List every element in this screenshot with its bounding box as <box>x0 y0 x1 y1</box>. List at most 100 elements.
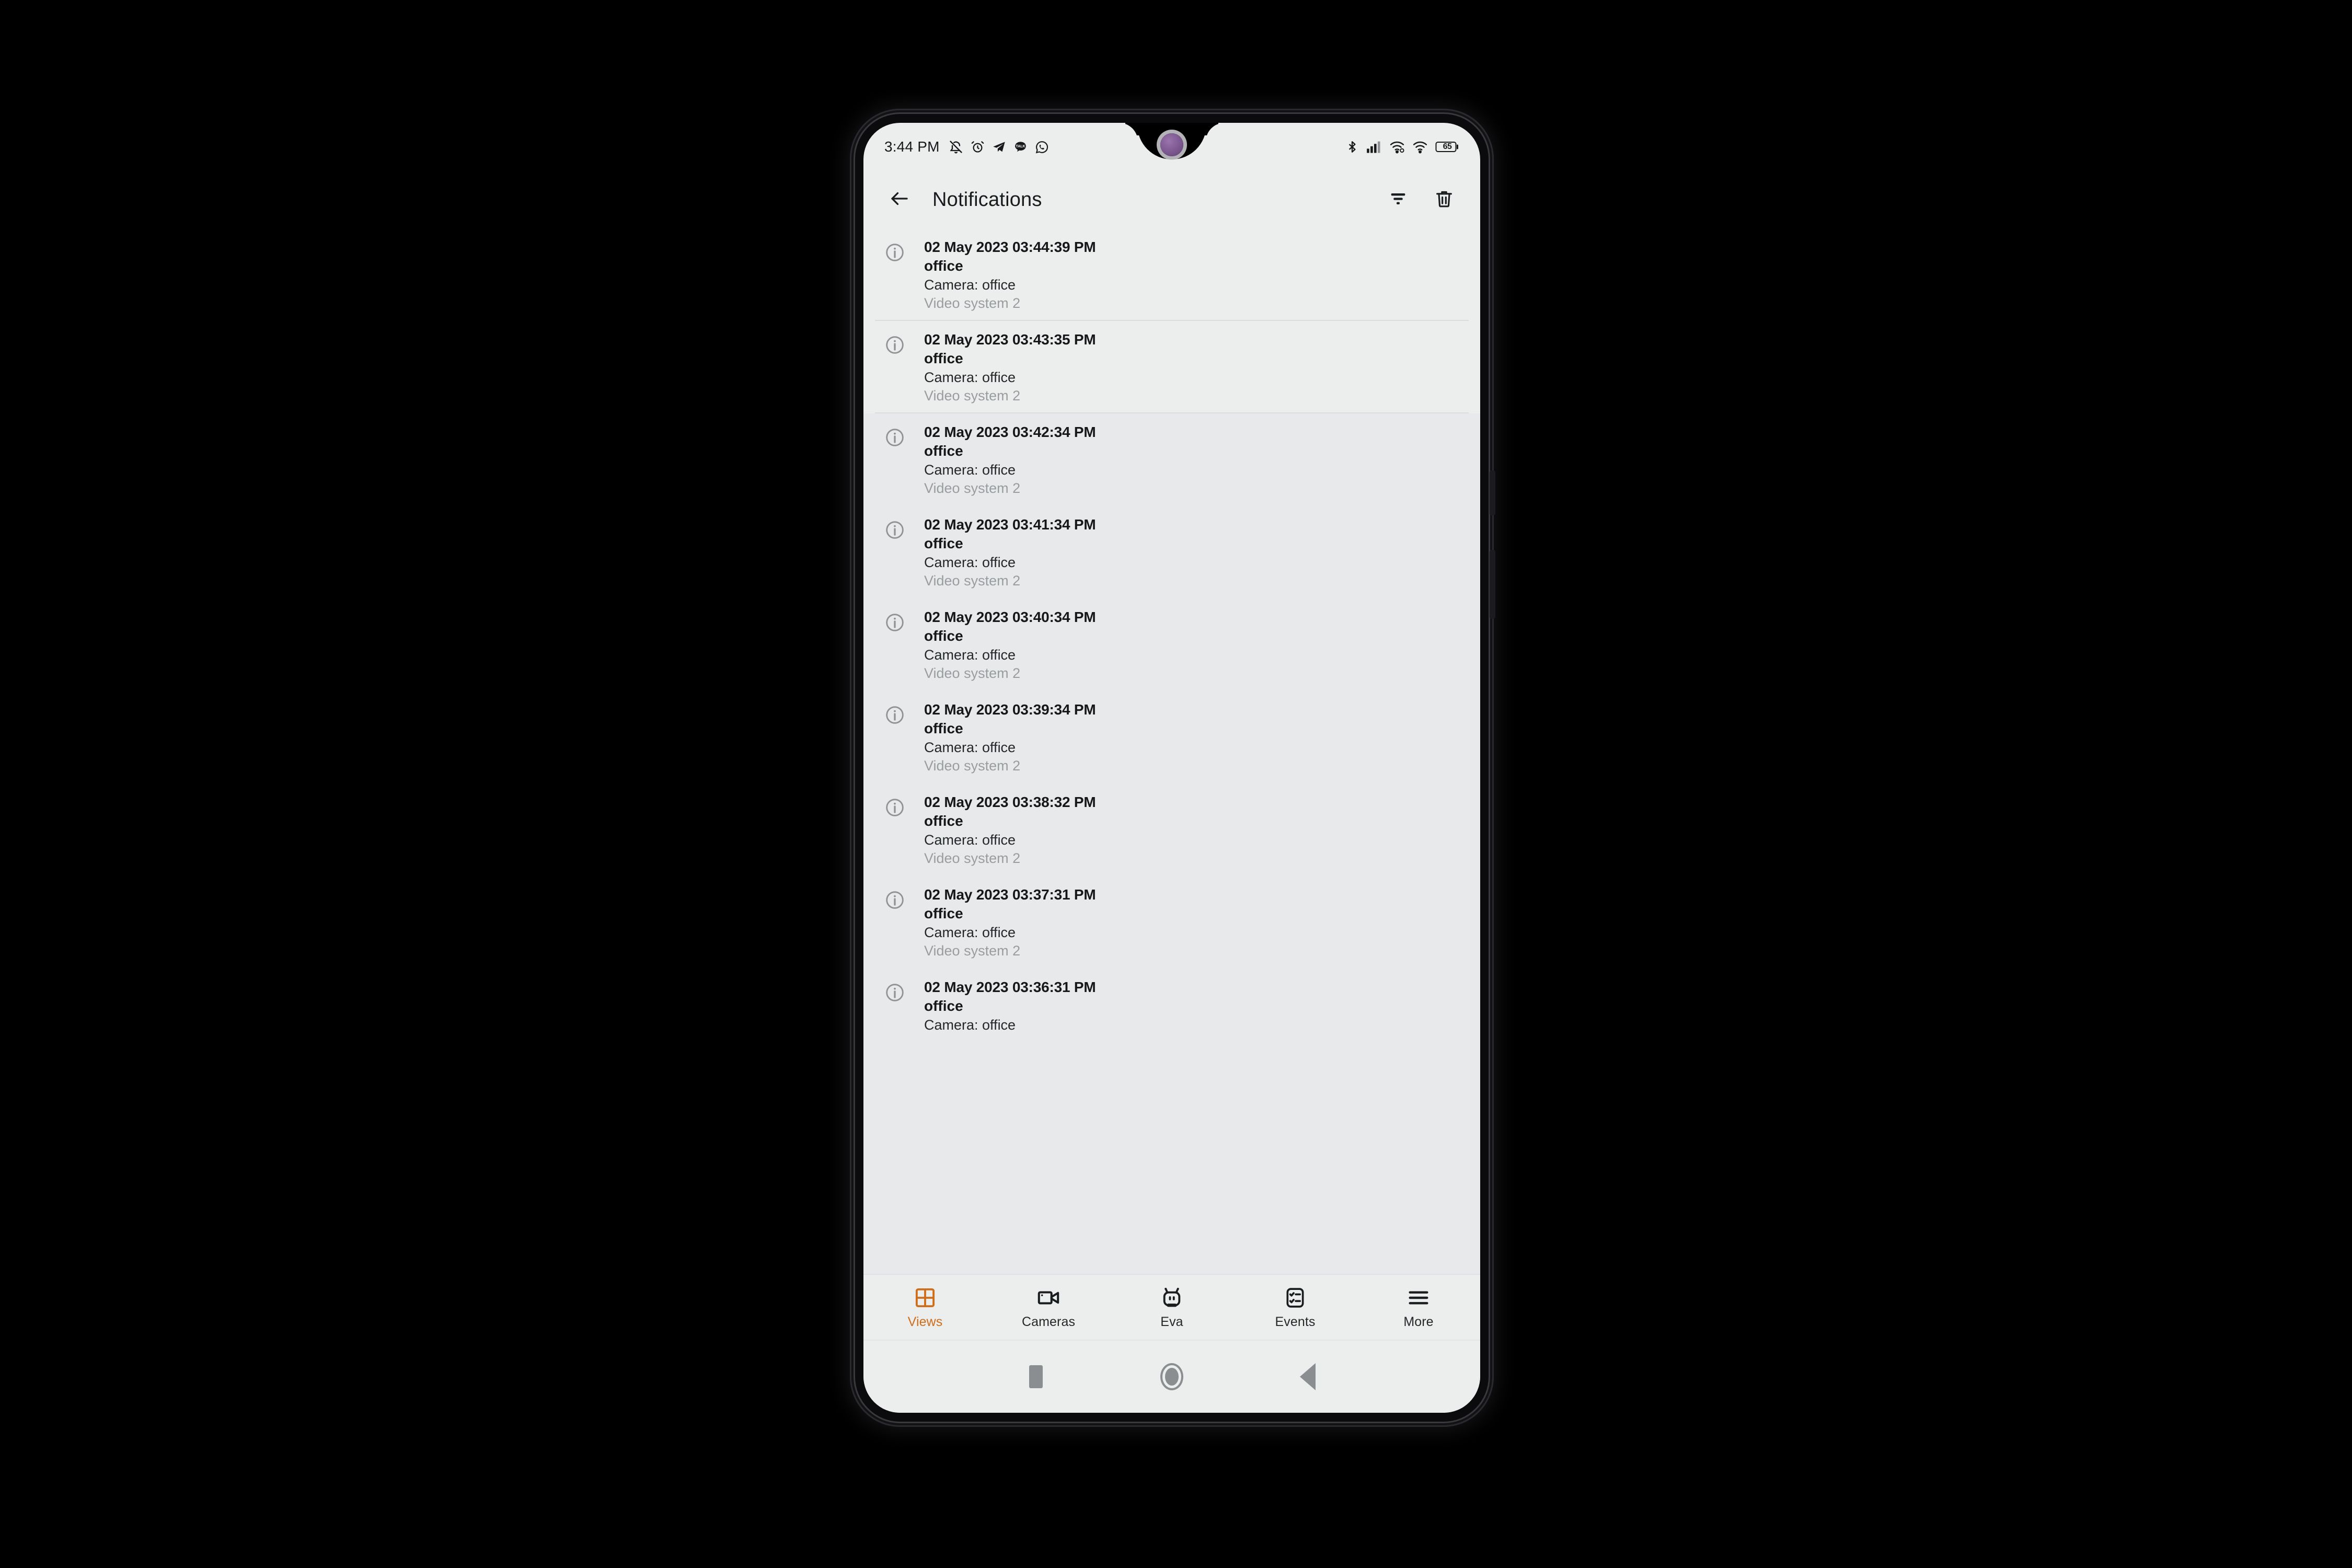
alarm-icon <box>971 140 985 154</box>
notification-body: 02 May 2023 03:42:34 PM office Camera: off… <box>917 423 1459 498</box>
volume-button[interactable] <box>1490 470 1495 515</box>
nav-item-more[interactable]: More <box>1357 1285 1480 1330</box>
notification-system: Video system 2 <box>924 942 1021 959</box>
power-button[interactable] <box>1490 550 1495 619</box>
status-bar-right: 65 <box>1345 135 1459 158</box>
cellular-signal-icon <box>1366 140 1382 154</box>
notification-timestamp: 02 May 2023 03:40:34 PM <box>924 608 1096 625</box>
status-clock: 3:44 PM <box>884 139 940 155</box>
notification-system: Video system 2 <box>924 757 1021 774</box>
kakaotalk-icon: TALK <box>1013 140 1028 154</box>
wifi-icon <box>1389 140 1405 154</box>
nav-label: Events <box>1275 1314 1316 1329</box>
notification-body: 02 May 2023 03:41:34 PM office Camera: off… <box>917 515 1459 590</box>
notification-item[interactable]: 02 May 2023 03:40:34 PM office Camera: off… <box>863 598 1480 691</box>
circle-home-icon <box>1160 1363 1183 1390</box>
delete-all-button[interactable] <box>1428 183 1460 216</box>
info-icon <box>884 608 917 683</box>
app-bar-actions <box>1382 183 1460 216</box>
notification-timestamp: 02 May 2023 03:36:31 PM <box>924 978 1096 995</box>
recents-button[interactable] <box>1015 1356 1057 1398</box>
robot-icon <box>1160 1285 1183 1310</box>
wifi-icon <box>1412 140 1428 154</box>
notification-camera: Camera: office <box>924 1017 1016 1033</box>
notification-title: office <box>924 628 963 644</box>
nav-label: Views <box>907 1314 943 1329</box>
info-icon <box>884 515 917 590</box>
notification-item[interactable]: 02 May 2023 03:44:39 PM office Camera: off… <box>863 228 1480 321</box>
notification-item[interactable]: 02 May 2023 03:38:32 PM office Camera: off… <box>863 783 1480 876</box>
grid-icon <box>914 1285 937 1310</box>
notification-title: office <box>924 998 963 1014</box>
nav-label: More <box>1403 1314 1434 1329</box>
notification-body: 02 May 2023 03:39:34 PM office Camera: off… <box>917 700 1459 775</box>
notification-body: 02 May 2023 03:44:39 PM office Camera: off… <box>917 238 1459 313</box>
phone-screen: 3:44 PM TALK 65 Notifications 02 May 202… <box>863 123 1480 1413</box>
triangle-back-icon <box>1300 1363 1316 1390</box>
battery-icon: 65 <box>1435 140 1459 154</box>
notification-camera: Camera: office <box>924 369 1016 385</box>
notification-body: 02 May 2023 03:37:31 PM office Camera: off… <box>917 885 1459 960</box>
arrow-left-icon <box>889 188 910 212</box>
notification-item[interactable]: 02 May 2023 03:37:31 PM office Camera: off… <box>863 875 1480 969</box>
notification-title: office <box>924 443 963 459</box>
telegram-icon <box>992 140 1006 154</box>
info-icon <box>884 700 917 775</box>
page-title: Notifications <box>932 188 1042 211</box>
checklist-icon <box>1284 1285 1307 1310</box>
info-icon <box>884 330 917 405</box>
notification-camera: Camera: office <box>924 924 1016 940</box>
notification-system: Video system 2 <box>924 480 1021 496</box>
nav-label: Eva <box>1160 1314 1183 1329</box>
svg-text:TALK: TALK <box>1016 144 1025 148</box>
status-bar: 3:44 PM TALK 65 <box>863 123 1480 171</box>
nav-item-events[interactable]: Events <box>1233 1285 1357 1330</box>
back-button[interactable] <box>883 183 916 216</box>
notification-timestamp: 02 May 2023 03:38:32 PM <box>924 793 1096 810</box>
notification-body: 02 May 2023 03:36:31 PM office Camera: off… <box>917 978 1459 1034</box>
whatsapp-icon <box>1035 140 1049 154</box>
notification-item[interactable]: 02 May 2023 03:39:34 PM office Camera: off… <box>863 690 1480 783</box>
android-system-nav-bar <box>863 1340 1480 1413</box>
notification-item[interactable]: 02 May 2023 03:42:34 PM office Camera: off… <box>863 413 1480 506</box>
notification-system: Video system 2 <box>924 850 1021 866</box>
notification-title: office <box>924 535 963 552</box>
filter-button[interactable] <box>1382 183 1414 216</box>
app-bar: Notifications <box>863 171 1480 228</box>
notification-system: Video system 2 <box>924 295 1021 311</box>
notification-timestamp: 02 May 2023 03:42:34 PM <box>924 423 1096 440</box>
videocam-icon <box>1036 1285 1060 1310</box>
notification-list[interactable]: 02 May 2023 03:44:39 PM office Camera: off… <box>863 228 1480 1274</box>
notification-title: office <box>924 813 963 829</box>
notification-title: office <box>924 258 963 274</box>
system-back-button[interactable] <box>1287 1356 1329 1398</box>
home-button[interactable] <box>1151 1356 1193 1398</box>
notification-timestamp: 02 May 2023 03:41:34 PM <box>924 516 1096 533</box>
notification-item[interactable]: 02 May 2023 03:36:31 PM office Camera: off… <box>863 968 1480 1043</box>
info-icon <box>884 238 917 313</box>
nav-item-cameras[interactable]: Cameras <box>987 1285 1110 1330</box>
filter-list-icon <box>1388 188 1409 212</box>
notification-camera: Camera: office <box>924 832 1016 848</box>
notification-camera: Camera: office <box>924 647 1016 663</box>
square-recents-icon <box>1029 1365 1043 1388</box>
notification-title: office <box>924 720 963 737</box>
notification-body: 02 May 2023 03:40:34 PM office Camera: off… <box>917 608 1459 683</box>
notification-item[interactable]: 02 May 2023 03:43:35 PM office Camera: off… <box>863 320 1480 413</box>
notification-camera: Camera: office <box>924 554 1016 570</box>
nav-item-views[interactable]: Views <box>863 1285 987 1330</box>
hamburger-icon <box>1406 1285 1431 1310</box>
info-icon <box>884 793 917 868</box>
notification-timestamp: 02 May 2023 03:43:35 PM <box>924 331 1096 348</box>
notification-system: Video system 2 <box>924 665 1021 681</box>
notification-body: 02 May 2023 03:38:32 PM office Camera: off… <box>917 793 1459 868</box>
nav-item-eva[interactable]: Eva <box>1110 1285 1233 1330</box>
notification-title: office <box>924 905 963 922</box>
notification-item[interactable]: 02 May 2023 03:41:34 PM office Camera: off… <box>863 505 1480 598</box>
info-icon <box>884 885 917 960</box>
notification-system: Video system 2 <box>924 572 1021 589</box>
bell-off-icon <box>949 140 963 154</box>
bluetooth-icon <box>1345 140 1359 154</box>
notification-timestamp: 02 May 2023 03:39:34 PM <box>924 701 1096 718</box>
notification-title: office <box>924 350 963 367</box>
